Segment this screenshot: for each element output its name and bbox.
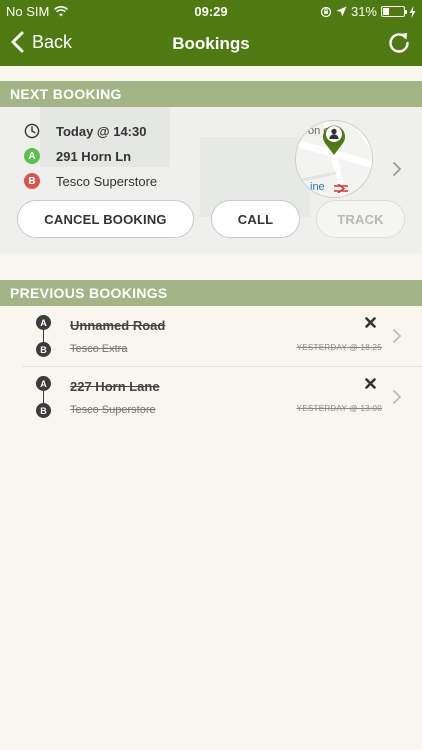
status-bar: No SIM 09:29 31% [0,0,422,22]
previous-booking-row[interactable]: A B 227 Horn Lane Tesco Superstore YESTE… [0,367,422,428]
location-arrow-icon [336,6,347,17]
previous-when: YESTERDAY @ 13:00 [296,404,382,413]
booking-time: Today @ 14:30 [56,123,147,139]
chevron-right-icon [393,329,402,343]
driver-marker-icon [323,125,345,155]
dropoff-pin-icon: B [24,173,40,189]
track-button[interactable]: TRACK [316,200,405,238]
previous-to: Tesco Extra [70,343,128,355]
cancel-booking-button[interactable]: CANCEL BOOKING [17,200,194,238]
dropoff-address: Tesco Superstore [56,173,158,189]
route-indicator: A B [36,376,52,418]
next-booking-header: NEXT BOOKING [0,81,422,107]
map-label-bottom: ine [310,181,325,193]
pickup-address: 291 Horn Ln [56,148,132,164]
battery-icon [381,6,407,17]
route-indicator: A B [36,315,52,357]
cancelled-x-icon [365,317,376,328]
previous-from: Unnamed Road [70,318,166,333]
pickup-pin-icon: A [24,148,40,164]
dropoff-marker-icon: B [36,342,51,357]
charging-bolt-icon [409,5,416,18]
rail-icon [334,184,348,193]
pickup-marker-icon: A [36,376,51,391]
previous-booking-row[interactable]: A B Unnamed Road Tesco Extra YESTERDAY @… [0,306,422,367]
orientation-lock-icon [320,6,332,17]
nav-bar: Back Bookings [0,22,422,66]
next-booking-chevron-icon[interactable] [392,161,402,177]
page-title: Bookings [172,34,250,53]
previous-from: 227 Horn Lane [70,379,160,394]
pickup-marker-icon: A [36,315,51,330]
chevron-right-icon [393,390,402,404]
previous-bookings-header: PREVIOUS BOOKINGS [0,280,422,306]
battery-percent: 31% [350,4,377,19]
battery-fill [383,8,389,15]
booking-minimap[interactable]: on e ine [295,120,373,198]
cancelled-x-icon [365,378,376,389]
clock-icon [24,123,40,139]
call-button[interactable]: CALL [211,200,300,238]
refresh-icon[interactable] [386,30,412,56]
dropoff-row: B Tesco Superstore [24,173,157,189]
booking-time-row: Today @ 14:30 [24,123,146,139]
dropoff-marker-icon: B [36,403,51,418]
previous-when: YESTERDAY @ 18:25 [296,343,382,352]
previous-to: Tesco Superstore [70,404,156,416]
pickup-row: A 291 Horn Ln [24,148,131,164]
